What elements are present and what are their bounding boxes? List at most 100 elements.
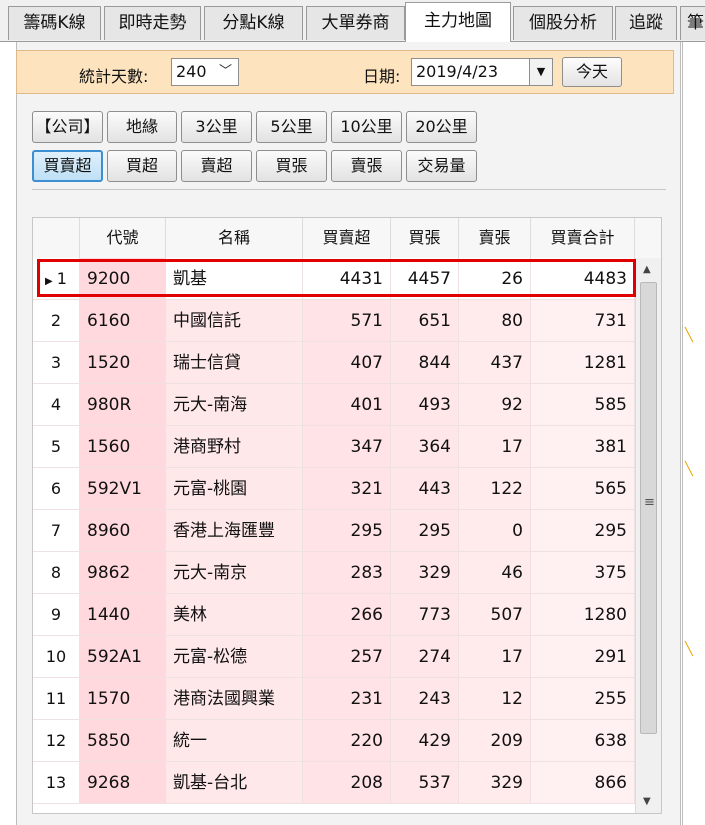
tab-realtime-trend[interactable]: 即時走勢 (104, 6, 201, 40)
header-code[interactable]: 代號 (80, 218, 166, 258)
cell-sell: 17 (459, 426, 531, 468)
row-index: 5 (33, 426, 80, 468)
header-name[interactable]: 名稱 (166, 218, 303, 258)
tab-main-force-map[interactable]: 主力地圖 (405, 2, 511, 42)
range-company-button[interactable]: 【公司】 (32, 111, 103, 143)
table-row[interactable]: 3 1520 瑞士信貸 407 844 437 1281 (33, 342, 661, 384)
row-index: 13 (33, 762, 80, 804)
row-index: 8 (33, 552, 80, 594)
table-row[interactable]: 11 1570 港商法國興業 231 243 12 255 (33, 678, 661, 720)
tab-big-brokers[interactable]: 大單券商 (306, 6, 405, 40)
sort-volume-button[interactable]: 交易量 (406, 150, 477, 182)
range-5km-button[interactable]: 5公里 (256, 111, 327, 143)
range-geo-button[interactable]: 地緣 (107, 111, 177, 143)
cell-buy: 651 (391, 300, 459, 342)
cell-name: 元富-桃園 (166, 468, 303, 510)
cell-name: 香港上海匯豐 (166, 510, 303, 552)
date-label: 日期: (363, 67, 401, 86)
row-index: 2 (33, 300, 80, 342)
header-total[interactable]: 買賣合計 (531, 218, 635, 258)
cell-code: 1440 (80, 594, 166, 636)
table-row[interactable]: 10 592A1 元富-松德 257 274 17 291 (33, 636, 661, 678)
cell-sell: 329 (459, 762, 531, 804)
triangle-up-icon[interactable]: ▲ (643, 264, 651, 275)
table-row[interactable]: 5 1560 港商野村 347 364 17 381 (33, 426, 661, 468)
sort-buy-over-button[interactable]: 買超 (107, 150, 177, 182)
sort-sell-lots-button[interactable]: 賣張 (331, 150, 402, 182)
cell-name: 港商野村 (166, 426, 303, 468)
cell-code: 8960 (80, 510, 166, 552)
table-row[interactable]: 4 980R 元大-南海 401 493 92 585 (33, 384, 661, 426)
range-3km-button[interactable]: 3公里 (181, 111, 252, 143)
chevron-down-icon: ﹀ (218, 64, 232, 79)
row-index-number: 11 (45, 689, 67, 708)
row-index: 10 (33, 636, 80, 678)
sort-buy-lots-button[interactable]: 買張 (256, 150, 327, 182)
days-value: 240 (176, 62, 207, 81)
header-net[interactable]: 買賣超 (303, 218, 391, 258)
cell-name: 美林 (166, 594, 303, 636)
days-label: 統計天數: (79, 67, 149, 86)
cell-total: 255 (531, 678, 635, 720)
triangle-down-icon[interactable]: ▼ (643, 796, 651, 807)
tab-tracking[interactable]: 追蹤 (615, 6, 677, 40)
cell-code: 1570 (80, 678, 166, 720)
header-index (33, 218, 80, 258)
date-picker[interactable]: 2019/4/23 ▼ (411, 58, 553, 86)
partial-chart-mark: ╲ (685, 642, 693, 657)
row-index-number: 13 (45, 773, 67, 792)
highlight-box (37, 259, 636, 297)
table-row[interactable]: 9 1440 美林 266 773 507 1280 (33, 594, 661, 636)
cell-net: 401 (303, 384, 391, 426)
cell-code: 9862 (80, 552, 166, 594)
cell-net: 257 (303, 636, 391, 678)
table-row[interactable]: 8 9862 元大-南京 283 329 46 375 (33, 552, 661, 594)
cell-total: 1281 (531, 342, 635, 384)
cell-total: 731 (531, 300, 635, 342)
cell-total: 1280 (531, 594, 635, 636)
cell-total: 381 (531, 426, 635, 468)
sort-net-button[interactable]: 買賣超 (32, 150, 103, 182)
tab-bar: 籌碼K線 即時走勢 分點K線 大單券商 主力地圖 個股分析 追蹤 筆 (0, 0, 705, 42)
cell-buy: 295 (391, 510, 459, 552)
partial-chart-mark: ╲ (685, 328, 693, 343)
table-row[interactable]: 12 5850 統一 220 429 209 638 (33, 720, 661, 762)
range-10km-button[interactable]: 10公里 (331, 111, 402, 143)
partial-chart-mark: ╲ (685, 462, 693, 477)
today-button[interactable]: 今天 (562, 57, 622, 87)
days-select[interactable]: 240 ﹀ (171, 58, 239, 86)
tab-notes-partial[interactable]: 筆 (680, 6, 705, 40)
cell-net: 347 (303, 426, 391, 468)
header-buy[interactable]: 買張 (391, 218, 459, 258)
cell-net: 266 (303, 594, 391, 636)
cell-name: 元富-松德 (166, 636, 303, 678)
row-index: 6 (33, 468, 80, 510)
cell-sell: 0 (459, 510, 531, 552)
cell-name: 港商法國興業 (166, 678, 303, 720)
cell-net: 571 (303, 300, 391, 342)
cell-code: 1520 (80, 342, 166, 384)
cell-buy: 274 (391, 636, 459, 678)
row-index-number: 7 (50, 521, 62, 540)
cell-total: 585 (531, 384, 635, 426)
table-row[interactable]: 13 9268 凱基-台北 208 537 329 866 (33, 762, 661, 804)
cell-buy: 243 (391, 678, 459, 720)
vertical-scrollbar[interactable]: ▲ ≡ ▼ (635, 258, 661, 813)
sort-sell-over-button[interactable]: 賣超 (181, 150, 252, 182)
cell-code: 592V1 (80, 468, 166, 510)
cell-code: 9268 (80, 762, 166, 804)
cell-sell: 92 (459, 384, 531, 426)
range-20km-button[interactable]: 20公里 (406, 111, 477, 143)
tab-chip-kline[interactable]: 籌碼K線 (8, 6, 101, 40)
cell-buy: 443 (391, 468, 459, 510)
header-sell[interactable]: 賣張 (459, 218, 531, 258)
table-row[interactable]: 7 8960 香港上海匯豐 295 295 0 295 (33, 510, 661, 552)
tab-stock-analysis[interactable]: 個股分析 (513, 6, 613, 40)
scroll-thumb[interactable]: ≡ (640, 282, 657, 734)
cell-sell: 507 (459, 594, 531, 636)
triangle-down-icon[interactable]: ▼ (529, 59, 552, 85)
cell-net: 295 (303, 510, 391, 552)
tab-branch-kline[interactable]: 分點K線 (204, 6, 303, 40)
table-row[interactable]: 6 592V1 元富-桃園 321 443 122 565 (33, 468, 661, 510)
table-row[interactable]: 2 6160 中國信託 571 651 80 731 (33, 300, 661, 342)
